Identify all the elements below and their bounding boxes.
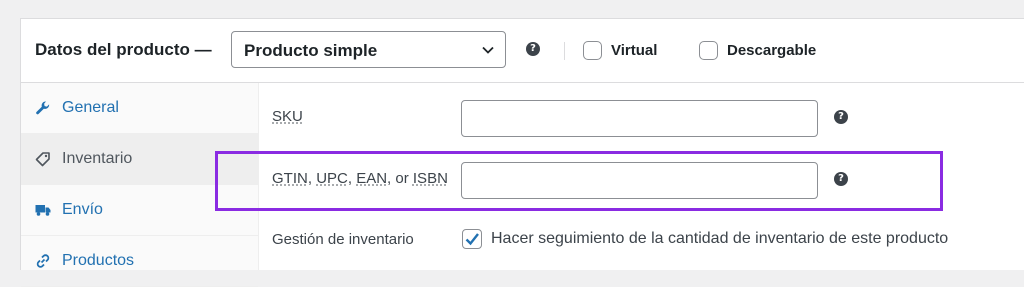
virtual-label[interactable]: Virtual [611,42,657,59]
sidebar-item-general[interactable]: General [21,83,258,134]
chevron-down-icon [482,46,494,54]
upc-abbr: UPC [316,170,348,187]
sku-label: SKU [272,108,303,125]
tag-icon [35,152,50,167]
downloadable-label[interactable]: Descargable [727,42,816,59]
sidebar-item-linked-products[interactable]: Productos [21,236,258,287]
truck-icon [35,205,51,216]
sidebar-item-label: Envío [62,201,103,218]
gtin-separator: , [347,170,357,187]
wrench-icon [36,101,50,115]
ean-abbr: EAN [356,170,388,187]
check-icon [465,233,479,246]
link-icon [36,254,50,268]
gtin-separator: , [307,170,317,187]
gtin-separator: , or [387,170,413,187]
sku-input[interactable] [461,100,818,137]
manage-stock-checkbox[interactable] [462,229,482,249]
gtin-input[interactable] [461,162,818,199]
product-data-header: Datos del producto — Producto simple ? V… [21,19,1024,83]
sidebar-item-label: Inventario [62,150,133,167]
manage-stock-label: Gestión de inventario [272,231,414,248]
virtual-checkbox[interactable] [583,41,602,60]
downloadable-checkbox[interactable] [699,41,718,60]
sidebar-item-label: Productos [62,252,135,269]
product-data-title: Datos del producto — [35,40,212,59]
gtin-abbr: GTIN [272,170,308,187]
manage-stock-checkbox-label[interactable]: Hacer seguimiento de la cantidad de inve… [491,230,948,248]
question-circle-icon[interactable]: ? [834,110,848,124]
question-circle-icon[interactable]: ? [834,172,848,186]
product-type-select[interactable]: Producto simple [231,31,506,68]
question-circle-icon[interactable]: ? [526,42,540,56]
header-divider [564,42,565,60]
isbn-abbr: ISBN [412,170,448,187]
sidebar-item-label: General [62,99,119,116]
gtin-label: GTIN, UPC, EAN, or ISBN [272,170,448,187]
product-type-value: Producto simple [244,41,378,60]
